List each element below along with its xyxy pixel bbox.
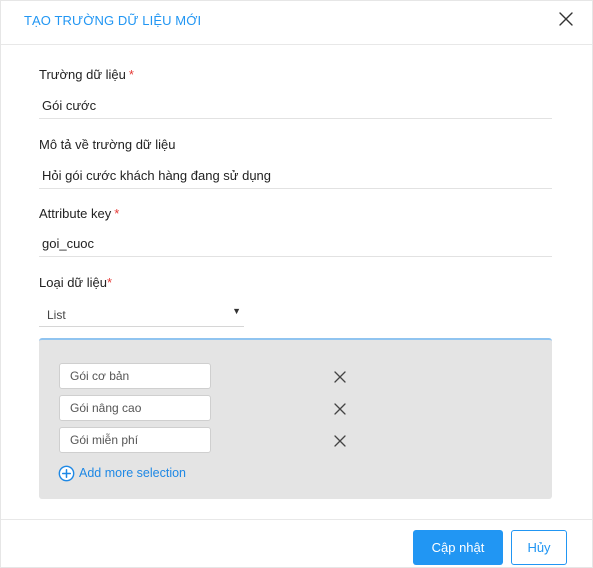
description-input[interactable]	[39, 163, 552, 189]
data-type-select[interactable]: List ▼	[39, 303, 244, 327]
remove-option-button-3[interactable]	[331, 432, 349, 450]
create-field-dialog: TẠO TRƯỜNG DỮ LIỆU MỚI Trường dữ liệu* M…	[0, 0, 593, 568]
update-button[interactable]: Cập nhật	[413, 530, 503, 565]
remove-option-button-1[interactable]	[331, 368, 349, 386]
close-icon	[334, 435, 346, 447]
required-mark: *	[106, 275, 113, 290]
field-name-label: Trường dữ liệu *	[39, 67, 134, 82]
close-icon	[334, 371, 346, 383]
add-more-selection-link[interactable]: Add more selection	[58, 463, 186, 483]
dialog-title: TẠO TRƯỜNG DỮ LIỆU MỚI	[24, 13, 202, 28]
list-options-panel: Add more selection	[39, 338, 552, 499]
data-type-label: Loại dữ liệu*	[39, 275, 113, 290]
footer-divider	[1, 519, 592, 520]
close-button[interactable]	[554, 7, 578, 31]
option-input-3[interactable]	[59, 427, 211, 453]
required-mark: *	[128, 67, 134, 82]
data-type-selected-value: List	[47, 308, 66, 322]
option-input-2[interactable]	[59, 395, 211, 421]
chevron-down-icon: ▼	[232, 306, 241, 316]
add-more-selection-label: Add more selection	[79, 466, 187, 480]
cancel-button[interactable]: Hủy	[511, 530, 567, 565]
dialog-header: TẠO TRƯỜNG DỮ LIỆU MỚI	[1, 1, 592, 45]
attribute-key-label: Attribute key *	[39, 206, 120, 221]
remove-option-button-2[interactable]	[331, 400, 349, 418]
plus-circle-icon	[58, 465, 75, 481]
close-icon	[559, 12, 573, 26]
description-label: Mô tả về trường dữ liệu	[39, 137, 176, 152]
required-mark: *	[114, 206, 120, 221]
attribute-key-input[interactable]	[39, 231, 552, 257]
field-name-input[interactable]	[39, 93, 552, 119]
option-input-1[interactable]	[59, 363, 211, 389]
close-icon	[334, 403, 346, 415]
